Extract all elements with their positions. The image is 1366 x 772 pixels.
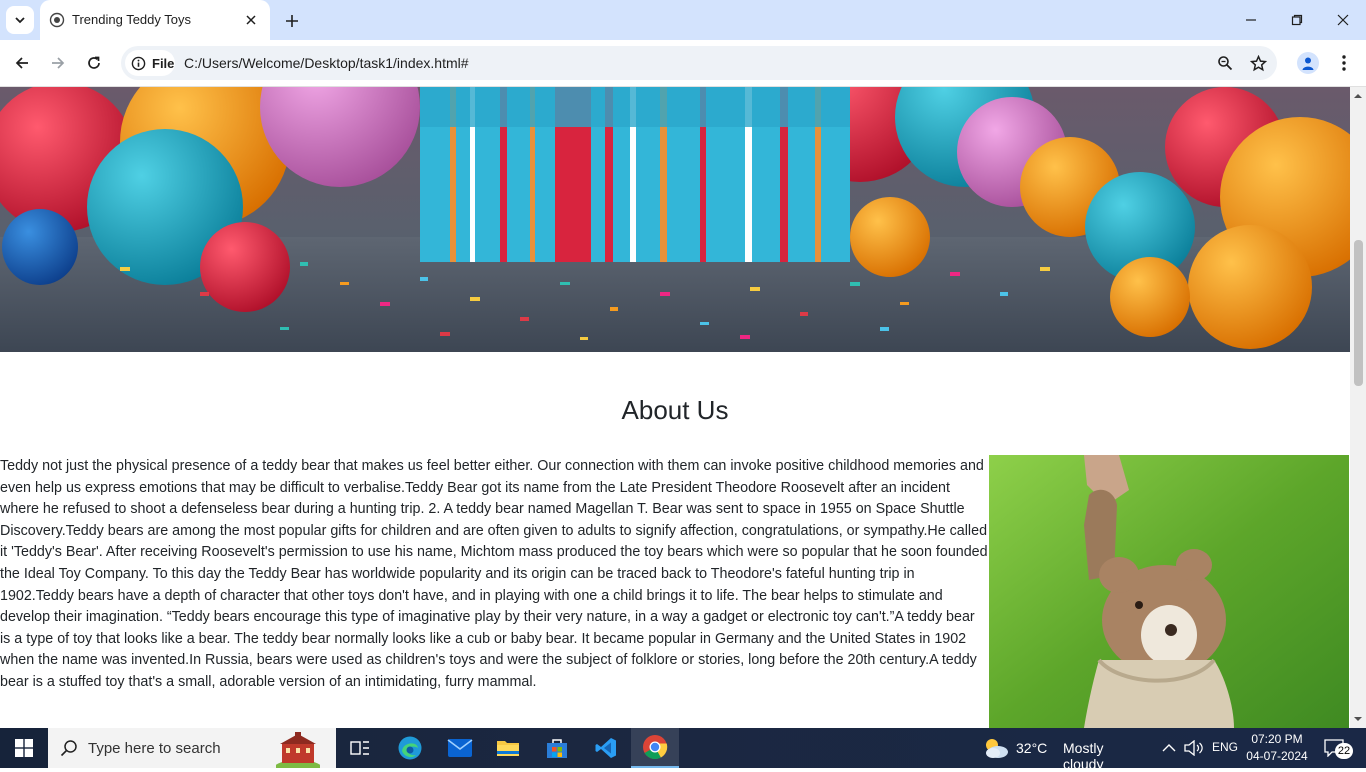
zoom-button[interactable]	[1214, 52, 1236, 74]
speaker-icon[interactable]	[1184, 740, 1204, 756]
browser-tab[interactable]: Trending Teddy Toys	[40, 0, 270, 40]
notification-center-button[interactable]: 22	[1318, 728, 1366, 768]
task-view-button[interactable]	[336, 728, 384, 768]
search-icon	[60, 740, 77, 757]
browser-titlebar: Trending Teddy Toys	[0, 0, 1366, 40]
more-vertical-icon	[1342, 55, 1346, 71]
chrome-icon	[643, 735, 668, 760]
plus-icon	[286, 15, 298, 27]
teddy-bear-image	[989, 455, 1349, 728]
hero-banner-image	[0, 87, 1350, 352]
site-info-button[interactable]: File	[125, 50, 175, 76]
back-button[interactable]	[8, 49, 36, 77]
start-button[interactable]	[0, 728, 48, 768]
zoom-icon	[1218, 56, 1233, 71]
window-close-button[interactable]	[1320, 0, 1366, 40]
input-language[interactable]: ENG	[1212, 740, 1238, 754]
browser-menu-button[interactable]	[1334, 52, 1354, 74]
taskbar-search-box[interactable]: Type here to search	[48, 728, 336, 768]
chevron-up-icon[interactable]	[1162, 742, 1176, 754]
tab-close-button[interactable]	[242, 11, 260, 29]
notification-badge: 22	[1335, 743, 1353, 759]
minimize-button[interactable]	[1228, 0, 1274, 40]
file-explorer-button[interactable]	[484, 728, 532, 768]
bookmark-button[interactable]	[1247, 52, 1269, 74]
address-bar[interactable]: File C:/Users/Welcome/Desktop/task1/inde…	[121, 46, 1277, 80]
mail-icon	[447, 739, 473, 757]
reload-icon	[88, 56, 100, 69]
new-tab-button[interactable]	[280, 9, 304, 33]
weather-condition: Mostly cloudy	[1063, 740, 1104, 772]
forward-button[interactable]	[44, 49, 72, 77]
scroll-down-icon[interactable]	[1353, 714, 1363, 724]
profile-avatar[interactable]	[1297, 52, 1319, 74]
scrollbar-thumb[interactable]	[1354, 240, 1363, 386]
tab-search-button[interactable]	[6, 6, 34, 34]
info-icon	[131, 56, 146, 70]
url-text[interactable]: C:/Users/Welcome/Desktop/task1/index.htm…	[184, 55, 469, 71]
chevron-down-icon	[15, 17, 25, 24]
weather-temperature: 32°C	[1016, 740, 1048, 756]
page-scrollbar[interactable]	[1350, 87, 1366, 728]
restore-button[interactable]	[1274, 0, 1320, 40]
weather-cloud-icon	[986, 739, 1008, 758]
chrome-app-button[interactable]	[631, 728, 679, 768]
browser-toolbar: File C:/Users/Welcome/Desktop/task1/inde…	[0, 40, 1366, 87]
globe-icon	[49, 12, 65, 28]
minimize-icon	[1246, 19, 1256, 21]
party-balloons-gift-image	[0, 87, 1350, 352]
about-paragraph: Teddy not just the physical presence of …	[0, 458, 988, 690]
tab-title: Trending Teddy Toys	[72, 12, 191, 27]
mail-app-button[interactable]	[436, 728, 484, 768]
clock-date: 04-07-2024	[1246, 749, 1308, 763]
folder-icon	[497, 741, 519, 756]
weather-widget[interactable]: 32°C Mostly cloudy	[982, 728, 1142, 772]
reload-button[interactable]	[80, 49, 108, 77]
arrow-left-icon	[15, 57, 28, 69]
edge-app-button[interactable]	[386, 728, 434, 768]
edge-icon	[398, 736, 422, 760]
task-view-icon	[350, 741, 369, 755]
clock-time: 07:20 PM	[1251, 732, 1303, 746]
windows-taskbar: Type here to search 32°C Mostly cloudy E…	[0, 728, 1366, 772]
search-placeholder: Type here to search	[88, 740, 221, 757]
vscode-app-button[interactable]	[582, 728, 630, 768]
star-icon	[1249, 54, 1267, 71]
store-app-button[interactable]	[533, 728, 581, 768]
page-viewport: About Us Teddy not just the physical pre…	[0, 87, 1350, 728]
windows-logo-icon	[15, 739, 33, 757]
scroll-up-icon[interactable]	[1353, 91, 1363, 101]
about-heading: About Us	[621, 395, 729, 425]
site-scheme-label: File	[152, 55, 175, 71]
close-icon	[246, 15, 256, 25]
person-icon	[1302, 57, 1314, 70]
restore-icon	[1291, 14, 1303, 26]
teddy-bear-photo	[989, 455, 1349, 728]
search-highlight-icon	[276, 732, 320, 768]
close-icon	[1337, 14, 1349, 26]
store-icon	[547, 739, 567, 758]
taskbar-clock[interactable]: 07:20 PM 04-07-2024	[1244, 731, 1310, 765]
vscode-icon	[595, 738, 616, 758]
arrow-right-icon	[52, 57, 65, 69]
